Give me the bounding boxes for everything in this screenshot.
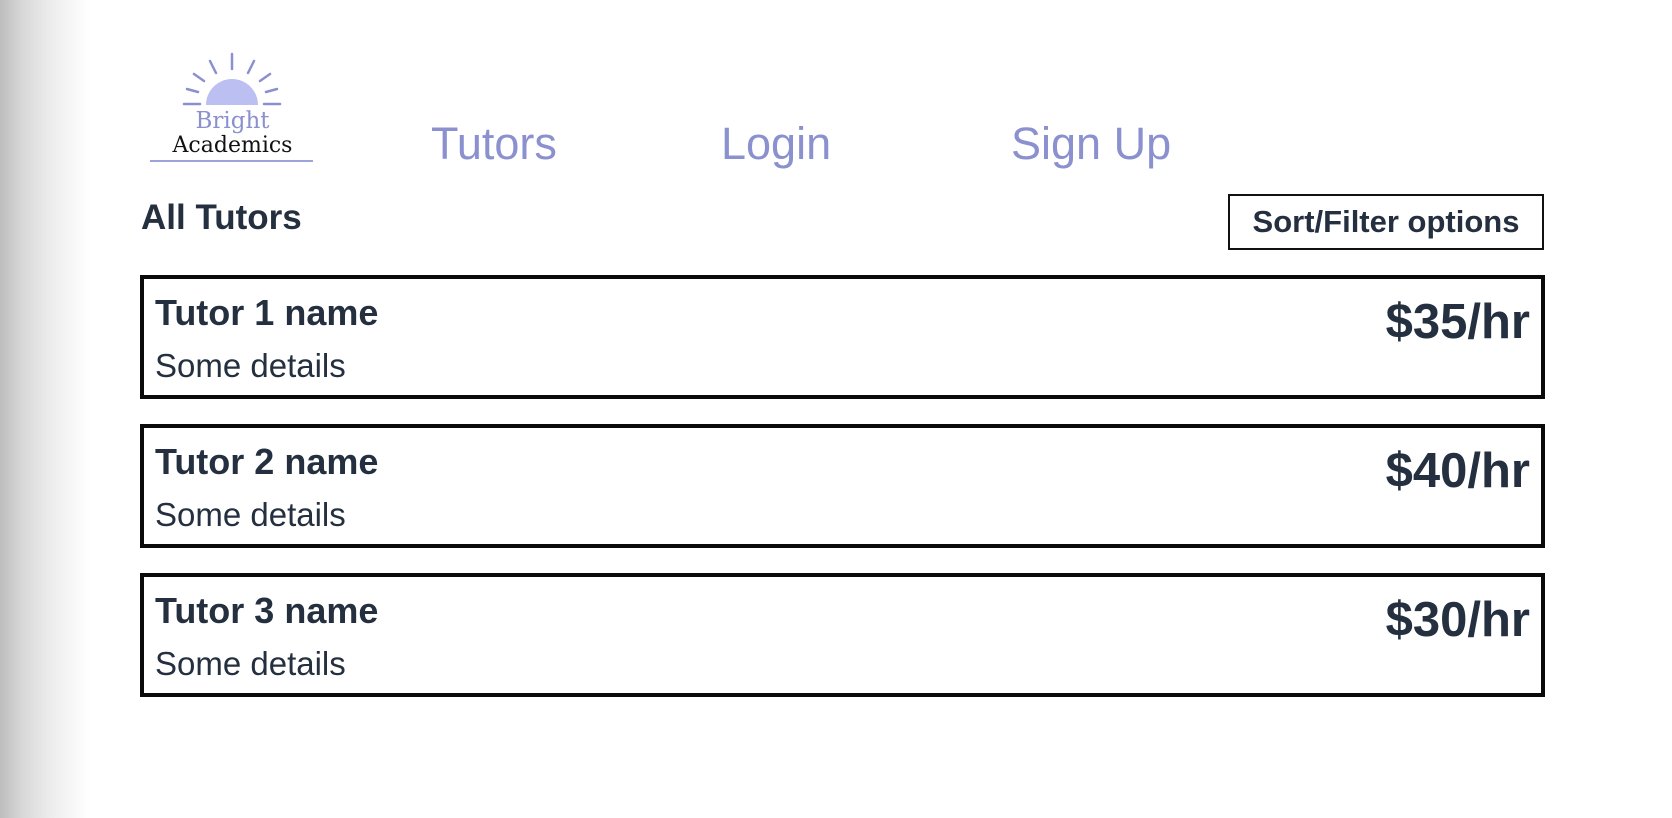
tutor-card[interactable]: Tutor 3 name Some details $30/hr — [140, 573, 1545, 697]
tutor-rate: $35/hr — [1385, 295, 1530, 349]
tutor-rate: $40/hr — [1385, 444, 1530, 498]
logo-text-bright: Bright — [195, 108, 270, 134]
nav-link-login[interactable]: Login — [721, 114, 831, 174]
tutor-card[interactable]: Tutor 1 name Some details $35/hr — [140, 275, 1545, 399]
logo-underline — [150, 160, 313, 162]
tutor-card[interactable]: Tutor 2 name Some details $40/hr — [140, 424, 1545, 548]
brand-logo[interactable]: Bright Academics — [150, 52, 315, 164]
tutor-details: Some details — [155, 347, 346, 384]
nav-link-signup[interactable]: Sign Up — [1011, 114, 1171, 174]
sort-filter-button[interactable]: Sort/Filter options — [1228, 194, 1544, 250]
tutor-rate: $30/hr — [1385, 593, 1530, 647]
tutor-name: Tutor 2 name — [155, 441, 379, 482]
tutor-details: Some details — [155, 645, 346, 682]
rising-sun-icon — [182, 52, 282, 106]
logo-text-academics: Academics — [172, 133, 293, 158]
nav-link-tutors[interactable]: Tutors — [431, 114, 557, 174]
left-edge-shadow — [0, 0, 90, 818]
tutor-details: Some details — [155, 496, 346, 533]
tutor-name: Tutor 3 name — [155, 590, 379, 631]
page-title: All Tutors — [141, 198, 302, 237]
tutor-name: Tutor 1 name — [155, 292, 379, 333]
tutor-list: Tutor 1 name Some details $35/hr Tutor 2… — [140, 275, 1545, 722]
